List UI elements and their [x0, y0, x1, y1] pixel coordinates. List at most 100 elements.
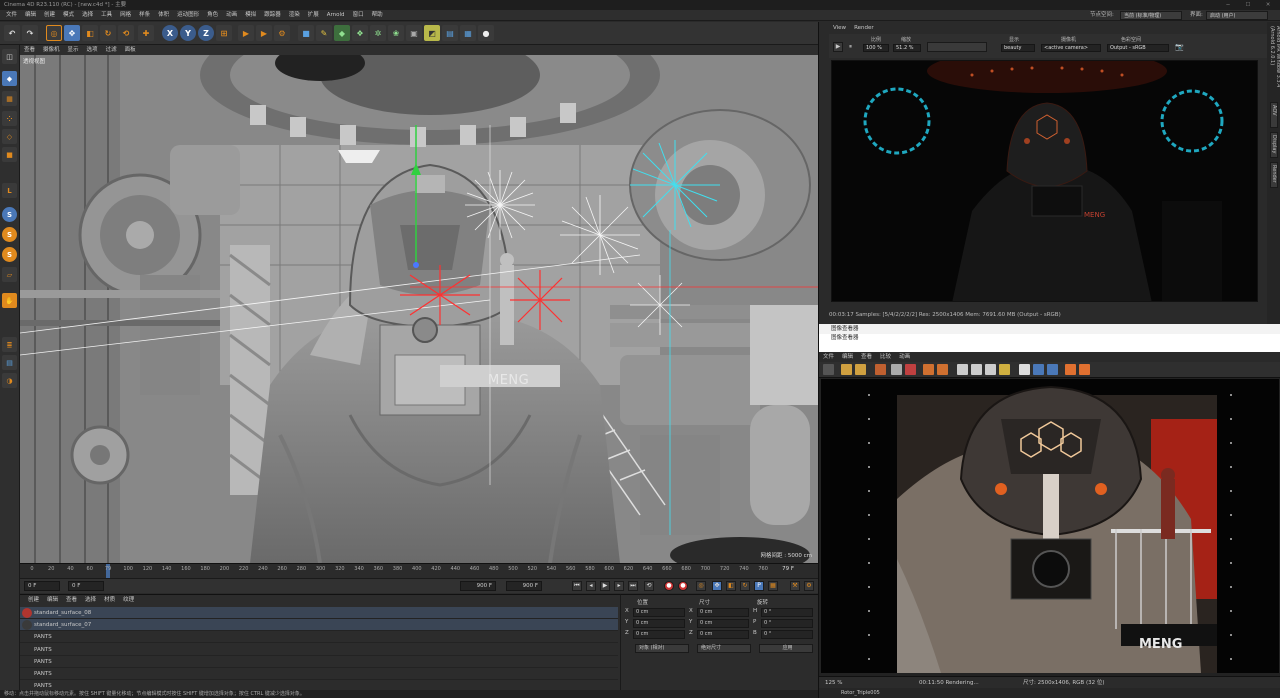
brush-icon[interactable]: ✋ — [2, 293, 17, 308]
stack-icon[interactable]: ▤ — [2, 355, 17, 370]
menu-item[interactable]: Arnold — [323, 10, 349, 21]
position-field[interactable]: 0 cm — [633, 608, 685, 617]
side-tab-aov[interactable]: AOV — [1270, 102, 1278, 128]
rotation-field[interactable]: 0 ° — [761, 619, 813, 628]
live-select-icon[interactable]: ◎ — [46, 25, 62, 41]
ratio-field[interactable]: 100 % — [863, 44, 889, 52]
picture-viewer-menu-item[interactable]: 比较 — [876, 352, 895, 362]
coord-mode-dropdown[interactable]: 对象 (相对) — [635, 644, 689, 653]
material-menu-item[interactable]: 材质 — [100, 595, 119, 606]
pv-info-icon[interactable] — [891, 364, 902, 375]
pv-brush-icon[interactable] — [999, 364, 1010, 375]
close-button[interactable]: ✕ — [1258, 0, 1278, 10]
play-icon[interactable]: ▶ — [600, 581, 610, 591]
menu-item[interactable]: 角色 — [203, 10, 222, 21]
texture-mode-icon[interactable]: ▦ — [2, 91, 17, 106]
material-menu-item[interactable]: 纹理 — [119, 595, 138, 606]
menu-item[interactable]: 工具 — [97, 10, 116, 21]
viewport-menu-item[interactable]: 选项 — [83, 45, 102, 55]
record-icon[interactable]: ● — [664, 581, 674, 591]
rotate-icon[interactable]: ↻ — [100, 25, 116, 41]
menu-item[interactable]: 网格 — [116, 10, 135, 21]
current-frame-field[interactable]: 0 F — [68, 581, 104, 591]
pen-icon[interactable]: ✎ — [316, 25, 332, 41]
render-settings-icon[interactable]: ⚙ — [274, 25, 290, 41]
redo-icon[interactable]: ↷ — [22, 25, 38, 41]
size-field[interactable]: 0 cm — [697, 630, 749, 639]
recent-tool-icon[interactable]: ✚ — [138, 25, 154, 41]
material-row[interactable]: standard_surface_08 — [20, 607, 618, 619]
cube-icon[interactable]: ■ — [298, 25, 314, 41]
viewport-menu-item[interactable]: 显示 — [64, 45, 83, 55]
viewport-menu-item[interactable]: 过滤 — [102, 45, 121, 55]
loop-icon[interactable]: ⟲ — [644, 581, 654, 591]
snap-icon[interactable]: S — [2, 207, 17, 222]
polygons-mode-icon[interactable]: ■ — [2, 147, 17, 162]
layout-dropdown[interactable]: 启动 (用户) — [1206, 11, 1268, 20]
timeline-ruler[interactable]: 0 20 40 60 79 100 120 140 160 180 200 220 240 260 280 3… — [20, 563, 818, 578]
make-editable-icon[interactable]: ◫ — [2, 49, 17, 64]
render-view-menu-item[interactable]: Render — [850, 22, 878, 34]
start-frame-field[interactable]: 0 F — [24, 581, 60, 591]
workplane-icon[interactable]: ▱ — [2, 267, 17, 282]
pv-compare-icon[interactable] — [985, 364, 996, 375]
axis-mode-icon[interactable]: L — [2, 183, 17, 198]
picture-viewer-canvas[interactable]: MENG — [821, 379, 1279, 673]
end-frame-field[interactable]: 900 F — [460, 581, 496, 591]
menu-item[interactable]: 动画 — [222, 10, 241, 21]
key-param-icon[interactable]: P — [754, 581, 764, 591]
pv-save-icon[interactable] — [855, 364, 866, 375]
menu-item[interactable]: 模式 — [59, 10, 78, 21]
menu-item[interactable]: 创建 — [40, 10, 59, 21]
viewport-menu-item[interactable]: 面板 — [121, 45, 140, 55]
menu-item[interactable]: 文件 — [2, 10, 21, 21]
material-row[interactable]: PANTS — [20, 656, 618, 668]
perspective-viewport[interactable]: 透视视图 MENG 网格间距 : 5000 cm — [20, 55, 818, 563]
viewport-menu-item[interactable]: 查看 — [20, 45, 39, 55]
material-menu-item[interactable]: 创建 — [24, 595, 43, 606]
pv-fit-icon[interactable] — [957, 364, 968, 375]
layer-icon[interactable]: ≣ — [2, 337, 17, 352]
menu-item[interactable]: 体积 — [154, 10, 173, 21]
material-menu-item[interactable]: 选择 — [81, 595, 100, 606]
size-field[interactable]: 0 cm — [697, 619, 749, 628]
rotation-field[interactable]: 0 ° — [761, 608, 813, 617]
render-view-menu-item[interactable]: View — [829, 22, 850, 34]
node-space-dropdown[interactable]: 当前 (标准/物理) — [1120, 11, 1182, 20]
size-field[interactable]: 0 cm — [697, 608, 749, 617]
y-axis-icon[interactable]: Y — [180, 25, 196, 41]
cloner-icon[interactable]: ❖ — [352, 25, 368, 41]
floor-icon[interactable]: ◩ — [424, 25, 440, 41]
subdivision-icon[interactable]: ◆ — [334, 25, 350, 41]
material-row[interactable]: PANTS — [20, 631, 618, 644]
key-scale-icon[interactable]: ◧ — [726, 581, 736, 591]
environment-icon[interactable]: ▦ — [460, 25, 476, 41]
key-rotation-icon[interactable]: ↻ — [740, 581, 750, 591]
display-dropdown[interactable]: beauty — [1001, 44, 1035, 52]
render-pause-icon[interactable]: ⏸ — [849, 42, 857, 52]
size-mode-dropdown[interactable]: 绝对尺寸 — [697, 644, 751, 653]
view-tools-group[interactable] — [927, 42, 987, 52]
go-to-end-icon[interactable]: ⏭ — [628, 581, 638, 591]
light-icon[interactable]: ● — [478, 25, 494, 41]
render-preview[interactable]: MENG — [831, 60, 1258, 302]
colorspace-dropdown[interactable]: Output - sRGB — [1107, 44, 1169, 52]
material-row[interactable]: PANTS — [20, 644, 618, 656]
snapshot-icon[interactable]: 📷 — [1175, 43, 1184, 51]
sculpt-icon[interactable]: ◑ — [2, 373, 17, 388]
pv-crop-icon[interactable] — [937, 364, 948, 375]
pv-ab-icon[interactable] — [1019, 364, 1030, 375]
maximize-button[interactable]: ☐ — [1238, 0, 1258, 10]
material-menu-item[interactable]: 查看 — [62, 595, 81, 606]
menu-item[interactable]: 样条 — [135, 10, 154, 21]
pv-open-icon[interactable] — [841, 364, 852, 375]
scale-icon[interactable]: ◧ — [82, 25, 98, 41]
position-field[interactable]: 0 cm — [633, 630, 685, 639]
move-icon[interactable]: ✥ — [64, 25, 80, 41]
key-position-icon[interactable]: ✥ — [712, 581, 722, 591]
points-mode-icon[interactable]: ⁘ — [2, 111, 17, 126]
render-play-icon[interactable]: ▶ — [833, 42, 843, 52]
timeline-settings-icon[interactable]: ⚙ — [804, 581, 814, 591]
pv-split-icon[interactable] — [1033, 364, 1044, 375]
viewport-menu-item[interactable]: 摄像机 — [39, 45, 64, 55]
